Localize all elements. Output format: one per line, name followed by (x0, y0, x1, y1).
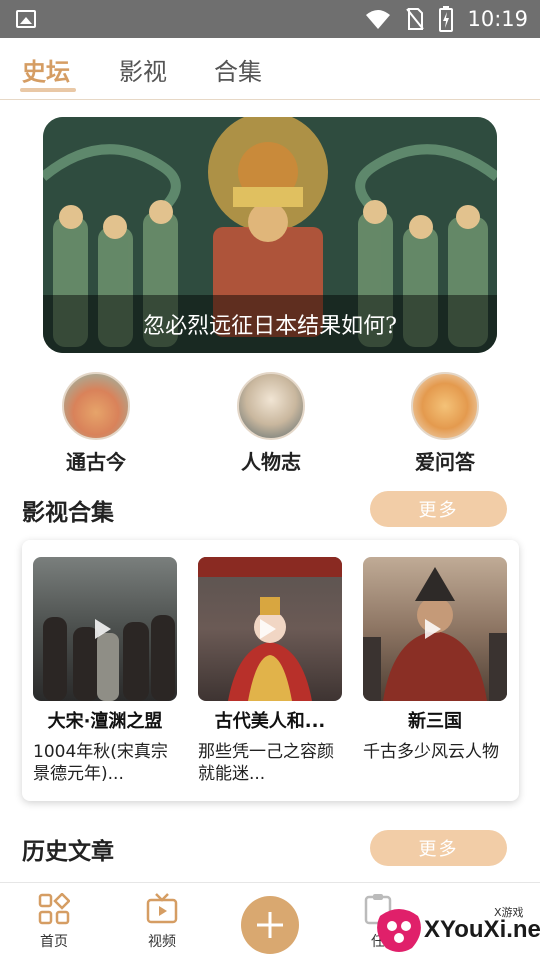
add-button[interactable] (241, 896, 299, 954)
category-label: 通古今 (66, 450, 126, 474)
no-sim-icon (406, 8, 425, 30)
watermark: X游戏 XYouXi.net (372, 894, 540, 960)
category-label: 人物志 (241, 450, 301, 474)
nav-label: 首页 (40, 934, 68, 950)
category-tonggujin[interactable]: 通古今 (46, 372, 146, 475)
clock: 10:19 (467, 7, 528, 31)
video-card[interactable]: 古代美人和... 那些凭一己之容颜就能迷... (198, 557, 342, 785)
watermark-logo-icon (377, 909, 421, 952)
category-image (411, 372, 479, 440)
video-desc: 那些凭一己之容颜就能迷... (198, 742, 334, 784)
category-image (237, 372, 305, 440)
tv-icon (146, 893, 178, 924)
video-thumbnail (33, 557, 177, 701)
play-icon (260, 619, 276, 639)
tab-heji[interactable]: 合集 (214, 52, 262, 87)
banner-caption-bar: 忽必烈远征日本结果如何? (43, 295, 497, 353)
image-notification-icon (16, 10, 36, 28)
category-label: 爱问答 (415, 450, 475, 474)
category-renwuzhi[interactable]: 人物志 (221, 372, 321, 475)
articles-section-title: 历史文章 (22, 839, 114, 865)
video-section-title: 影视合集 (22, 500, 114, 526)
battery-charging-icon (439, 6, 454, 32)
wifi-icon (366, 10, 391, 29)
tab-shitan[interactable]: 史坛 (22, 52, 70, 87)
plus-icon (257, 912, 283, 938)
play-icon (95, 619, 111, 639)
watermark-text: XYouXi.net (424, 916, 540, 943)
category-image (62, 372, 130, 440)
active-tab-indicator (20, 88, 76, 92)
banner-caption: 忽必烈远征日本结果如何? (143, 314, 397, 339)
top-tab-bar: 史坛 影视 合集 (0, 38, 540, 100)
category-aiwenda[interactable]: 爱问答 (395, 372, 495, 475)
video-card[interactable]: 新三国 千古多少风云人物 (363, 557, 507, 785)
video-thumbnail (198, 557, 342, 701)
nav-video[interactable]: 视频 (132, 893, 192, 951)
video-title: 新三国 (408, 711, 462, 732)
home-grid-icon (38, 892, 71, 925)
video-thumbnail (363, 557, 507, 701)
video-cards-panel: 大宋·澶渊之盟 1004年秋(宋真宗景德元年)... 古代美人和... 那些凭一… (22, 540, 519, 801)
nav-home[interactable]: 首页 (24, 892, 84, 951)
video-desc: 1004年秋(宋真宗景德元年)... (33, 742, 168, 784)
play-icon (425, 619, 441, 639)
status-bar: 10:19 (0, 0, 540, 38)
video-title: 古代美人和... (214, 711, 326, 732)
video-card[interactable]: 大宋·澶渊之盟 1004年秋(宋真宗景德元年)... (33, 557, 177, 785)
featured-banner[interactable]: 忽必烈远征日本结果如何? (43, 117, 497, 353)
status-icons: 10:19 (365, 5, 528, 33)
video-title: 大宋·澶渊之盟 (47, 711, 163, 732)
tab-yingshi[interactable]: 影视 (119, 52, 167, 87)
articles-more-button[interactable]: 更多 (370, 830, 507, 866)
nav-label: 视频 (148, 934, 176, 950)
video-more-button[interactable]: 更多 (370, 491, 507, 527)
video-desc: 千古多少风云人物 (363, 742, 499, 762)
